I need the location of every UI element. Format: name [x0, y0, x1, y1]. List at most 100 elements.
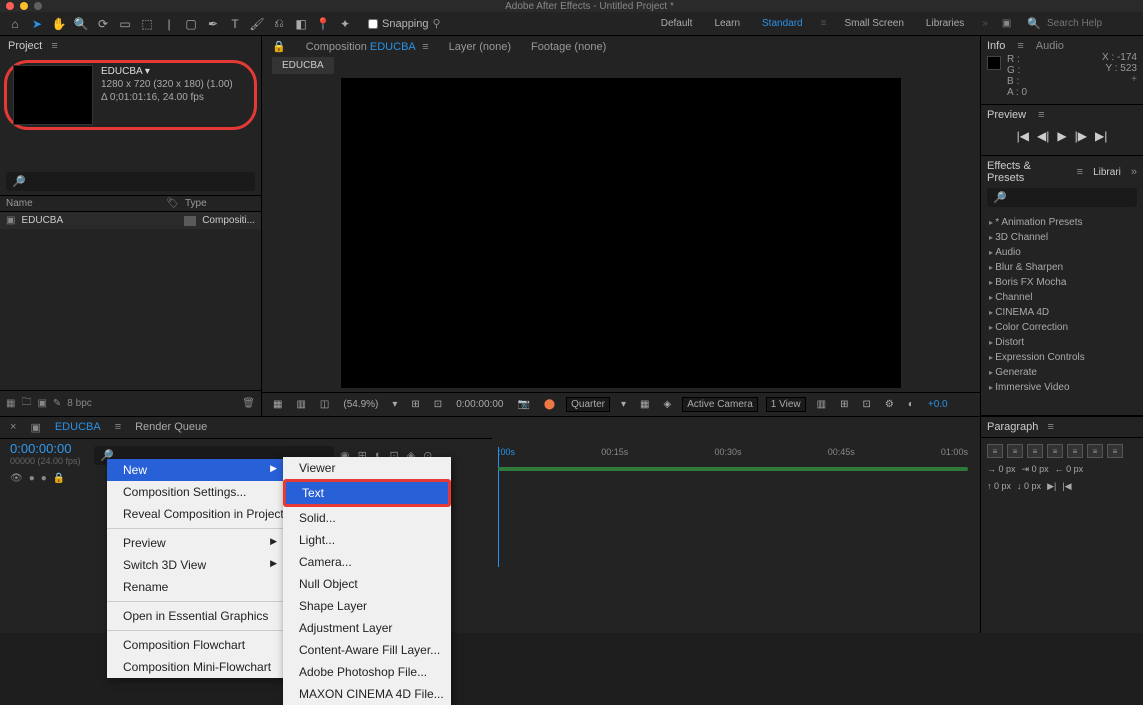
justify-center-icon[interactable]: ≡ [1067, 444, 1083, 458]
orbit-tool-icon[interactable]: ⟳ [94, 15, 112, 33]
col-type-header[interactable]: Type [185, 198, 255, 209]
fast-previews-icon[interactable]: ⊞ [837, 399, 851, 410]
ep-cat-cinema4d[interactable]: CINEMA 4D [987, 305, 1137, 320]
transparency-grid-icon[interactable]: ◫ [317, 399, 332, 410]
hand-tool-icon[interactable]: ✋ [50, 15, 68, 33]
space-before-value[interactable]: ↑ 0 px [987, 481, 1011, 492]
submenu-item-shape[interactable]: Shape Layer [283, 595, 451, 617]
project-item-tag[interactable] [184, 216, 196, 226]
composition-viewer[interactable] [262, 73, 980, 392]
menu-item-reveal-comp[interactable]: Reveal Composition in Project [107, 503, 283, 525]
align-center-icon[interactable]: ≡ [1007, 444, 1023, 458]
submenu-item-null[interactable]: Null Object [283, 573, 451, 595]
eraser-tool-icon[interactable]: ◧ [292, 15, 310, 33]
new-comp-icon[interactable]: ▣ [37, 398, 46, 409]
submenu-item-light[interactable]: Light... [283, 529, 451, 551]
first-frame-icon[interactable]: |◀ [1017, 129, 1029, 143]
quality-select[interactable]: Quarter [566, 397, 610, 412]
workspace-standard[interactable]: Standard [758, 18, 807, 29]
maximize-window-icon[interactable] [34, 2, 42, 10]
align-left-icon[interactable]: ≡ [987, 444, 1003, 458]
lock-icon[interactable]: 🔒 [53, 473, 65, 484]
paragraph-tab[interactable]: Paragraph [987, 421, 1038, 433]
brush-tool-icon[interactable]: 🖌 [248, 15, 266, 33]
last-frame-icon[interactable]: ▶| [1095, 129, 1107, 143]
indent-first-value[interactable]: ⇥ 0 px [1022, 464, 1049, 475]
delete-icon[interactable]: 🗑 [242, 398, 255, 409]
speaker-icon[interactable]: ● [29, 473, 35, 484]
bpc-toggle[interactable]: 8 bpc [67, 398, 91, 409]
menu-item-preview[interactable]: Preview [107, 532, 283, 554]
workspace-libraries[interactable]: Libraries [922, 18, 968, 29]
grid-icon[interactable]: ▦ [637, 399, 652, 410]
shape-tool-icon[interactable]: ▢ [182, 15, 200, 33]
align-right-icon[interactable]: ≡ [1027, 444, 1043, 458]
ep-cat-blur-sharpen[interactable]: Blur & Sharpen [987, 260, 1137, 275]
draft3d-icon[interactable]: ◈ [661, 399, 675, 410]
panel-menu-icon[interactable]: ≡ [115, 421, 121, 434]
roto-tool-icon[interactable]: ⬚ [138, 15, 156, 33]
view-select[interactable]: 1 View [766, 397, 806, 412]
clone-tool-icon[interactable]: ⎌ [270, 15, 288, 33]
project-panel-tab[interactable]: Project ≡ [0, 36, 261, 56]
timeline-icon[interactable]: ⊡ [859, 399, 873, 410]
timeline-tab-render-queue[interactable]: Render Queue [135, 421, 207, 434]
panel-menu-icon[interactable]: ≡ [1017, 40, 1023, 52]
tag-icon[interactable]: 🏷 [166, 198, 179, 209]
selection-tool-icon[interactable]: ➤ [28, 15, 46, 33]
workspace-learn[interactable]: Learn [710, 18, 744, 29]
workspace-menu-icon[interactable]: ≡ [821, 18, 827, 29]
lock-icon[interactable]: 🔒 [272, 40, 286, 53]
ep-cat-boris-mocha[interactable]: Boris FX Mocha [987, 275, 1137, 290]
pen-tool-icon[interactable]: ✒ [204, 15, 222, 33]
menu-item-flowchart[interactable]: Composition Flowchart [107, 634, 283, 656]
submenu-item-content-aware[interactable]: Content-Aware Fill Layer... [283, 639, 451, 661]
timeline-track-area[interactable]: :00s 00:15s 00:30s 00:45s 01:00s [492, 417, 980, 633]
next-frame-icon[interactable]: |▶ [1075, 129, 1087, 143]
submenu-item-text[interactable]: Text [283, 479, 451, 507]
info-tab[interactable]: Info [987, 40, 1005, 52]
ep-cat-channel[interactable]: Channel [987, 290, 1137, 305]
justify-left-icon[interactable]: ≡ [1047, 444, 1063, 458]
eye-icon[interactable]: 👁 [10, 473, 23, 484]
interpret-footage-icon[interactable]: ▦ [6, 398, 15, 409]
ep-cat-distort[interactable]: Distort [987, 335, 1137, 350]
panel-menu-icon[interactable]: ≡ [51, 40, 57, 52]
text-tool-icon[interactable]: T [226, 15, 244, 33]
ep-cat-generate[interactable]: Generate [987, 365, 1137, 380]
libraries-tab[interactable]: Librari [1093, 167, 1121, 178]
search-help[interactable]: 🔍 [1027, 17, 1137, 30]
ep-cat-animation-presets[interactable]: * Animation Presets [987, 215, 1137, 230]
mask-icon[interactable]: ▦ [270, 399, 285, 410]
justify-right-icon[interactable]: ≡ [1087, 444, 1103, 458]
workspace-default[interactable]: Default [657, 18, 697, 29]
submenu-item-camera[interactable]: Camera... [283, 551, 451, 573]
playhead[interactable] [498, 447, 499, 567]
close-window-icon[interactable] [6, 2, 14, 10]
zoom-dropdown-icon[interactable]: ▾ [389, 399, 400, 410]
prev-frame-icon[interactable]: ◀| [1037, 129, 1049, 143]
solo-icon[interactable]: ● [41, 473, 47, 484]
direction-rtl-icon[interactable]: |◀ [1062, 481, 1071, 492]
current-time[interactable]: 0:00:00:00 [453, 399, 506, 410]
ep-cat-expression[interactable]: Expression Controls [987, 350, 1137, 365]
space-after-value[interactable]: ↓ 0 px [1017, 481, 1041, 492]
snapping-toggle[interactable]: Snapping ⚲ [368, 17, 441, 30]
indent-left-value[interactable]: → 0 px [987, 464, 1016, 475]
workspace-edit-icon[interactable]: ▣ [1002, 18, 1011, 29]
panel-menu-icon[interactable]: ≡ [1047, 421, 1053, 433]
snapshot-icon[interactable]: 📷 [514, 399, 532, 410]
col-name-header[interactable]: Name [6, 198, 166, 209]
work-area-bar[interactable] [498, 467, 968, 471]
region-icon[interactable]: ▾ [618, 399, 629, 410]
flowchart-icon[interactable]: ⚙ [882, 399, 897, 410]
justify-all-icon[interactable]: ≡ [1107, 444, 1123, 458]
overflow-icon[interactable]: » [1131, 166, 1137, 178]
project-item-educba[interactable]: ▣ EDUCBA Compositi... [0, 212, 261, 229]
menu-item-essential-graphics[interactable]: Open in Essential Graphics [107, 605, 283, 627]
timeline-tab-educba[interactable]: EDUCBA [55, 421, 101, 434]
minimize-window-icon[interactable] [20, 2, 28, 10]
audio-tab[interactable]: Audio [1036, 40, 1064, 52]
timeline-ruler[interactable]: :00s 00:15s 00:30s 00:45s 01:00s [498, 447, 968, 465]
ep-cat-audio[interactable]: Audio [987, 245, 1137, 260]
